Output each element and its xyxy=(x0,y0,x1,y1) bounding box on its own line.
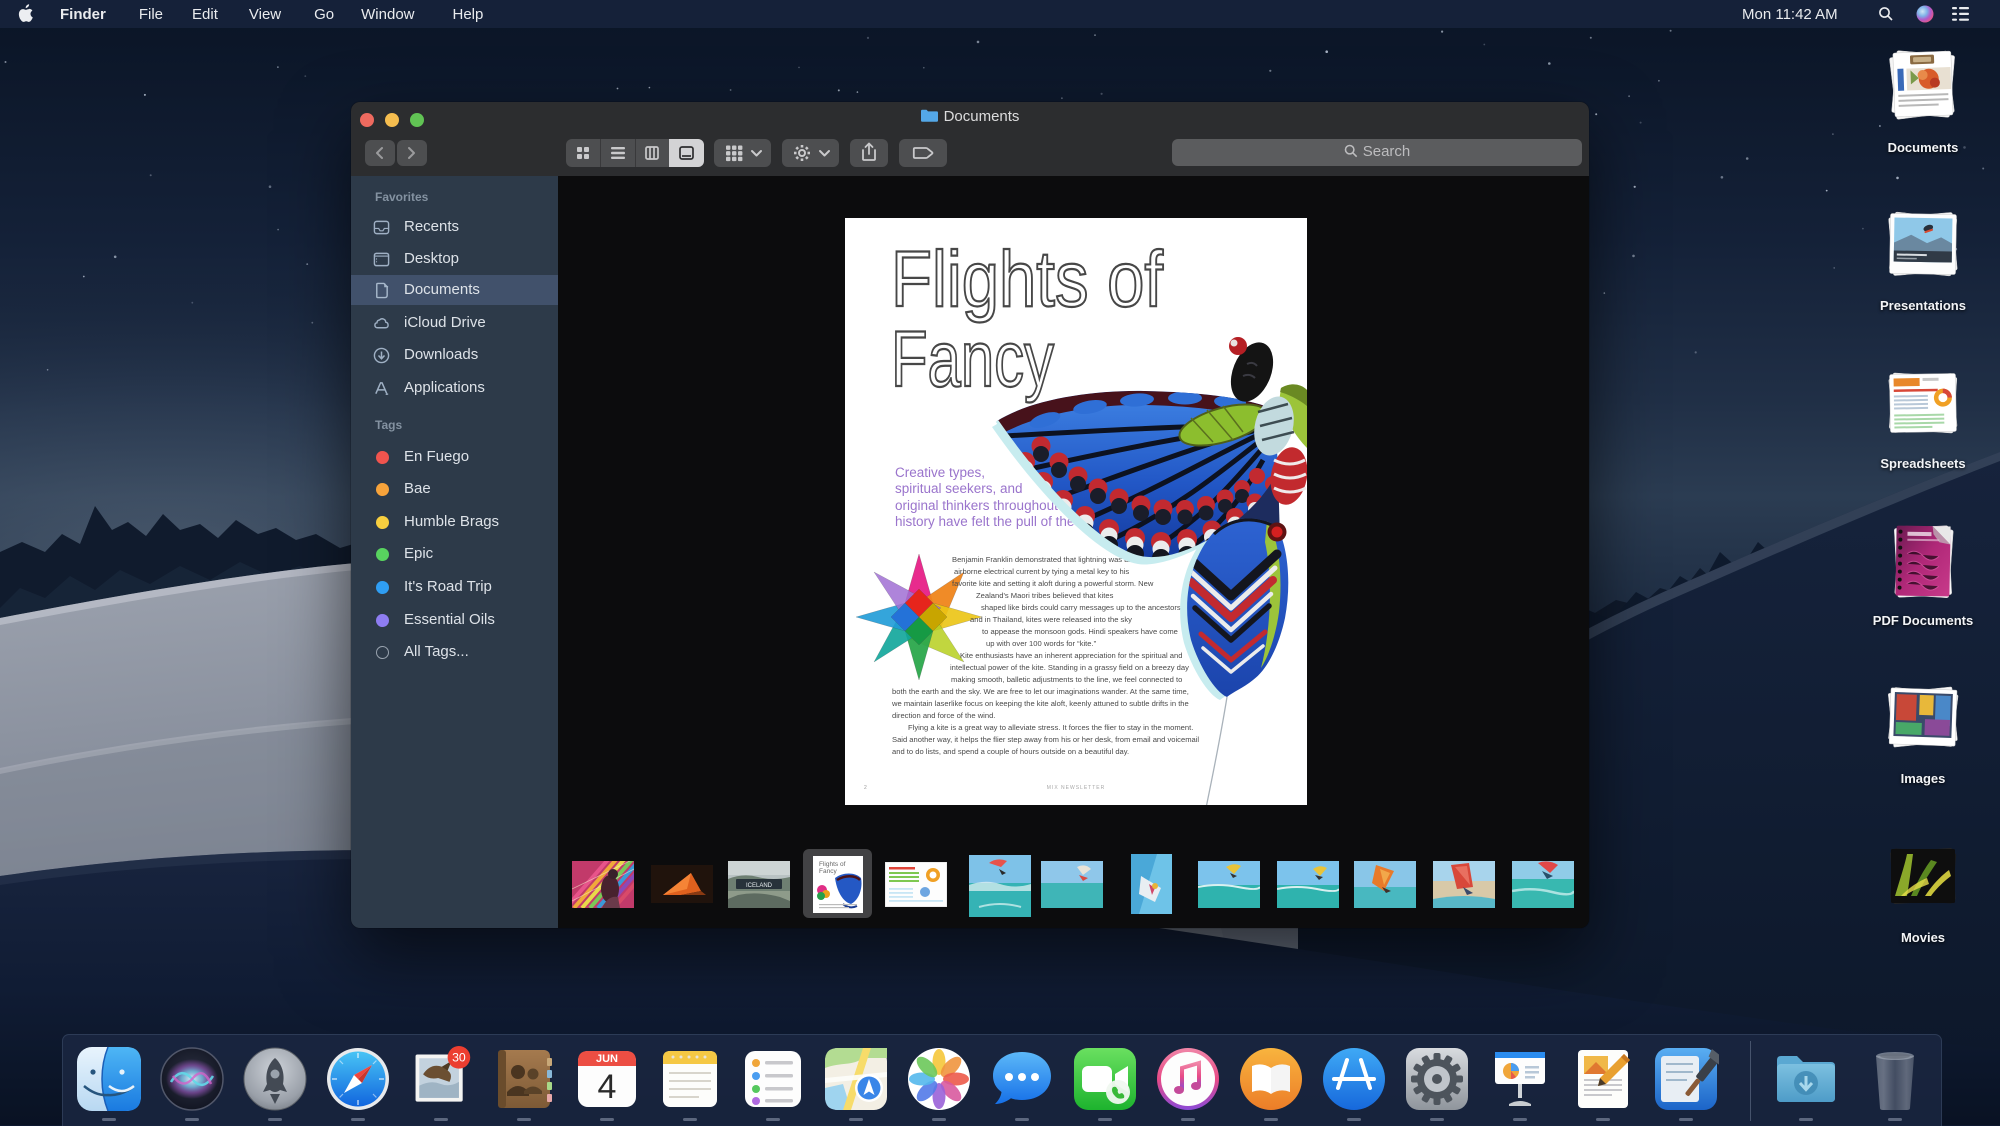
svg-text:30: 30 xyxy=(452,1051,466,1065)
svg-text:Fancy: Fancy xyxy=(819,868,837,875)
svg-text:ICELAND: ICELAND xyxy=(746,883,773,889)
svg-text:4: 4 xyxy=(598,1068,617,1106)
svg-text:JUN: JUN xyxy=(596,1053,618,1065)
svg-text:Flights of: Flights of xyxy=(891,234,1164,323)
svg-text:Flights of: Flights of xyxy=(819,861,846,868)
